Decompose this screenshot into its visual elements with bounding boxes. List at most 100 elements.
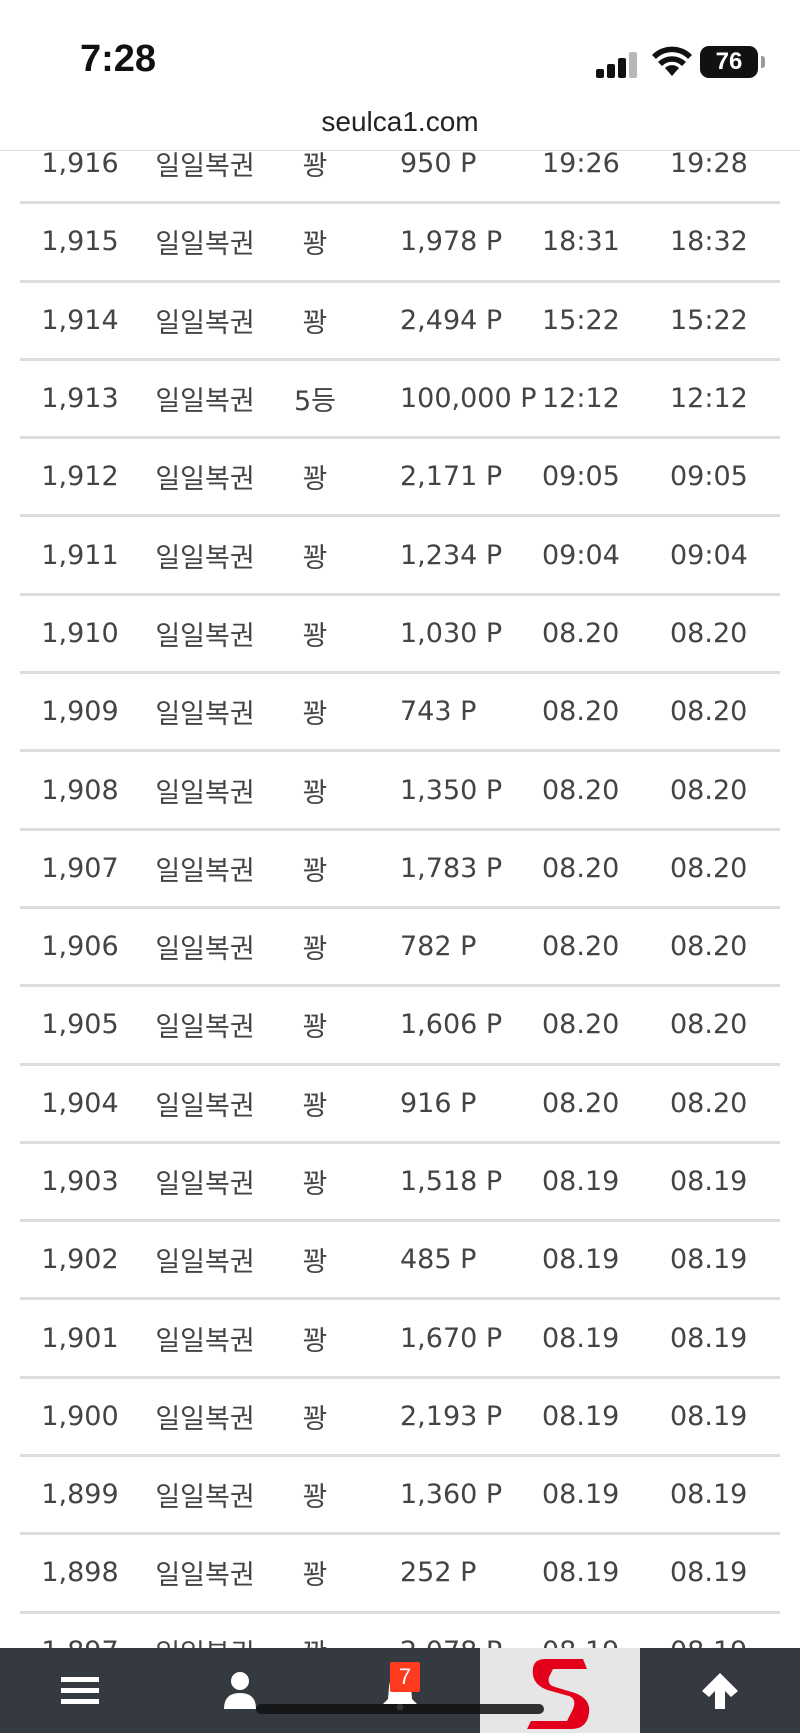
site-logo-button[interactable] <box>480 1648 640 1733</box>
start-time: 08.20 <box>542 1009 620 1041</box>
start-time: 08.19 <box>542 1557 620 1589</box>
status-bar: 7:28 76 <box>0 0 800 100</box>
result-label: 꽝 <box>302 1403 328 1435</box>
result-label: 꽝 <box>302 1482 328 1514</box>
result-label: 꽝 <box>302 1090 328 1122</box>
row-number: 1,916 <box>41 148 119 180</box>
table-row: 1,902 일일복권 꽝 485 P 08.19 08.19 <box>20 1222 780 1301</box>
notification-badge: 7 <box>390 1662 420 1692</box>
battery-icon: 76 <box>700 46 765 78</box>
table-row: 1,900 일일복권 꽝 2,193 P 08.19 08.19 <box>20 1379 780 1458</box>
row-number: 1,911 <box>41 539 119 571</box>
point-amount: 100,000 P <box>400 383 537 415</box>
game-name: 일일복권 <box>155 1325 255 1357</box>
row-number: 1,909 <box>41 696 119 728</box>
point-amount: 782 P <box>400 931 477 963</box>
row-number: 1,905 <box>41 1009 119 1041</box>
result-label: 꽝 <box>302 699 328 731</box>
end-time: 08.20 <box>670 852 748 884</box>
result-label: 꽝 <box>302 307 328 339</box>
table-row: 1,907 일일복권 꽝 1,783 P 08.20 08.20 <box>20 831 780 909</box>
table-row: 1,898 일일복권 꽝 252 P 08.19 08.19 <box>20 1535 780 1614</box>
point-amount: 1,350 P <box>400 774 503 806</box>
start-time: 08.20 <box>542 852 620 884</box>
result-label: 꽝 <box>302 464 328 496</box>
result-label: 꽝 <box>302 855 328 887</box>
end-time: 08.20 <box>670 774 748 806</box>
lottery-history-table: 1,916 일일복권 꽝 950 P 19:26 19:28 1,915 일일복권 꽝 1,978… <box>20 126 780 1648</box>
end-time: 08.20 <box>670 617 748 649</box>
end-time: 08.19 <box>670 1322 748 1354</box>
start-time: 12:12 <box>542 383 620 415</box>
row-number: 1,902 <box>41 1244 119 1276</box>
point-amount: 1,606 P <box>400 1009 503 1041</box>
result-label: 꽝 <box>302 1012 328 1044</box>
menu-icon <box>61 1676 99 1704</box>
result-label: 꽝 <box>302 1325 328 1357</box>
row-number: 1,906 <box>41 931 119 963</box>
start-time: 08.20 <box>542 931 620 963</box>
game-name: 일일복권 <box>140 1614 270 1648</box>
start-time: 08.19 <box>542 1322 620 1354</box>
end-time: 08.19 <box>670 1400 748 1432</box>
point-amount: 2,078 P <box>400 1614 540 1648</box>
result-label: 꽝 <box>302 1247 328 1279</box>
wifi-icon <box>652 46 692 76</box>
game-name: 일일복권 <box>155 1090 255 1122</box>
point-amount: 485 P <box>400 1244 477 1276</box>
result-label: 꽝 <box>302 151 328 183</box>
cellular-signal-icon <box>596 52 640 78</box>
table-row: 1,903 일일복권 꽝 1,518 P 08.19 08.19 <box>20 1144 780 1223</box>
table-row: 1,905 일일복권 꽝 1,606 P 08.20 08.20 <box>20 987 780 1066</box>
start-time: 08.20 <box>542 617 620 649</box>
result-label: 5등 <box>293 386 337 418</box>
start-time: 08.20 <box>542 1087 620 1119</box>
end-time: 18:32 <box>670 226 748 258</box>
arrow-up-icon <box>702 1672 738 1709</box>
row-number: 1,908 <box>41 774 119 806</box>
row-number: 1,903 <box>41 1166 119 1197</box>
end-time: 15:22 <box>670 304 748 336</box>
home-indicator <box>256 1704 544 1714</box>
table-row: 1,916 일일복권 꽝 950 P 19:26 19:28 <box>20 126 780 205</box>
game-name: 일일복권 <box>155 151 255 183</box>
user-icon <box>224 1671 256 1709</box>
row-number: 1,901 <box>41 1322 119 1354</box>
point-amount: 1,234 P <box>400 539 503 571</box>
table-row: 1,913 일일복권 5등 100,000 P 12:12 12:12 <box>20 361 780 440</box>
game-name: 일일복권 <box>155 1403 255 1435</box>
table-row: 1,911 일일복권 꽝 1,234 P 09:04 09:04 <box>20 517 780 596</box>
result-label: 꽝 <box>302 229 328 261</box>
user-button[interactable] <box>160 1648 320 1733</box>
game-name: 일일복권 <box>155 777 255 809</box>
row-number: 1,897 <box>20 1614 140 1648</box>
game-name: 일일복권 <box>155 855 255 887</box>
start-time: 09:05 <box>542 461 620 493</box>
end-time: 08.20 <box>670 1009 748 1041</box>
scroll-top-button[interactable] <box>640 1648 800 1733</box>
row-number: 1,899 <box>41 1479 119 1511</box>
bottom-nav: 7 <box>0 1648 800 1733</box>
start-time: 08.19 <box>542 1400 620 1432</box>
table-row: 1,901 일일복권 꽝 1,670 P 08.19 08.19 <box>20 1300 780 1379</box>
point-amount: 1,783 P <box>400 852 503 884</box>
game-name: 일일복권 <box>155 542 255 574</box>
menu-button[interactable] <box>0 1648 160 1733</box>
game-name: 일일복권 <box>155 307 255 339</box>
point-amount: 2,193 P <box>400 1400 503 1432</box>
game-name: 일일복권 <box>155 934 255 966</box>
table-row: 1,914 일일복권 꽝 2,494 P 15:22 15:22 <box>20 283 780 361</box>
row-number: 1,912 <box>41 461 119 493</box>
end-time: 08.19 <box>670 1557 748 1589</box>
end-time: 19:28 <box>670 148 748 180</box>
end-time: 09:05 <box>670 461 748 493</box>
table-row: 1,910 일일복권 꽝 1,030 P 08.20 08.20 <box>20 596 780 675</box>
table-row: 1,908 일일복권 꽝 1,350 P 08.20 08.20 <box>20 752 780 831</box>
end-time: 09:04 <box>670 539 748 571</box>
end-time: 08.19 <box>670 1614 780 1648</box>
end-time: 08.20 <box>670 931 748 963</box>
table-row: 1,899 일일복권 꽝 1,360 P 08.19 08.19 <box>20 1457 780 1536</box>
game-name: 일일복권 <box>155 1169 255 1200</box>
table-row: 1,897일일복권꽝2,078 P08.1908.19 <box>20 1614 780 1648</box>
start-time: 15:22 <box>542 304 620 336</box>
